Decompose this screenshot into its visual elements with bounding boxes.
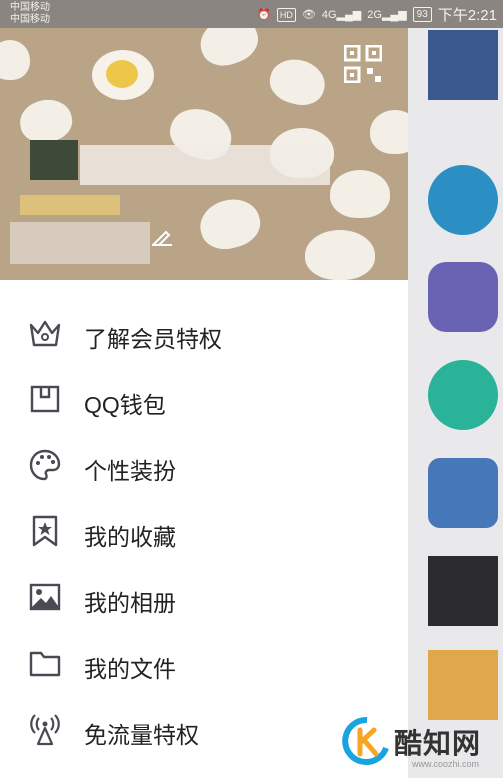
bun-decoration (370, 110, 408, 154)
signal-4g-icon: 4G▂▄▆ (321, 9, 362, 21)
folder-icon (29, 651, 61, 677)
contact-avatar-blurred (428, 650, 498, 720)
menu-item-albums[interactable]: 我的相册 (0, 567, 408, 627)
crown-icon (29, 320, 61, 347)
status-bar: 中国移动 中国移动 ⏰ HD 👁 4G▂▄▆ 2G▂▄▆ 93 下午2:21 (0, 0, 503, 28)
menu-item-files[interactable]: 我的文件 (0, 633, 408, 693)
qr-code-icon[interactable] (344, 45, 382, 83)
edit-pencil-icon[interactable] (152, 230, 172, 246)
bun-decoration (0, 40, 30, 80)
menu-item-label: 我的收藏 (84, 524, 176, 550)
side-drawer: 了解会员特权 QQ钱包 个性装扮 我的收藏 我的相册 我的文件 免流量特权 (0, 0, 408, 778)
contact-avatar-blurred (428, 30, 498, 100)
signal-tower-icon (30, 714, 60, 746)
bun-decoration (16, 95, 76, 147)
watermark-url: www.coozhi.com (412, 759, 480, 769)
menu-item-label: 我的文件 (84, 656, 176, 682)
contact-avatar-blurred (428, 556, 498, 626)
bookmark-star-icon (32, 515, 58, 547)
contact-avatar-blurred (428, 458, 498, 528)
photo-icon (29, 583, 61, 611)
menu-item-label: 个性装扮 (84, 458, 176, 484)
bun-decoration (265, 53, 330, 111)
signature-blurred (10, 222, 150, 264)
menu-item-label: 免流量特权 (84, 722, 199, 748)
status-clock: 下午2:21 (437, 7, 497, 24)
dimmed-conversation-list[interactable] (408, 0, 503, 778)
contact-avatar-blurred (428, 262, 498, 332)
menu-item-label: 了解会员特权 (84, 326, 222, 352)
wallet-icon (30, 385, 60, 413)
menu-item-vip-privileges[interactable]: 了解会员特权 (0, 303, 408, 363)
egg-yolk-decoration (106, 60, 138, 88)
battery-indicator: 93 (412, 7, 432, 22)
watermark-logo-icon (342, 716, 389, 765)
bun-decoration (305, 230, 375, 280)
menu-item-personalize[interactable]: 个性装扮 (0, 435, 408, 495)
bun-decoration (194, 193, 266, 255)
palette-icon (29, 449, 61, 481)
carrier-label-1: 中国移动 (10, 2, 50, 13)
bun-decoration (330, 170, 390, 218)
contact-avatar-blurred (428, 165, 498, 235)
menu-item-label: 我的相册 (84, 590, 176, 616)
carrier-label-2: 中国移动 (10, 14, 50, 25)
menu-item-favorites[interactable]: 我的收藏 (0, 501, 408, 561)
menu-item-qq-wallet[interactable]: QQ钱包 (0, 369, 408, 429)
hd-badge: HD (276, 7, 296, 22)
menu-item-label: QQ钱包 (84, 392, 166, 418)
contact-avatar-blurred (428, 360, 498, 430)
nickname-blurred (80, 145, 330, 185)
signature-blurred (20, 195, 120, 215)
watermark-brand: 酷知网 (394, 728, 482, 759)
profile-header[interactable] (0, 0, 408, 280)
signal-2g-icon: 2G▂▄▆ (367, 9, 407, 21)
alarm-icon: ⏰ (257, 9, 271, 21)
eye-icon: 👁 (301, 9, 316, 21)
avatar-blurred[interactable] (30, 140, 78, 180)
